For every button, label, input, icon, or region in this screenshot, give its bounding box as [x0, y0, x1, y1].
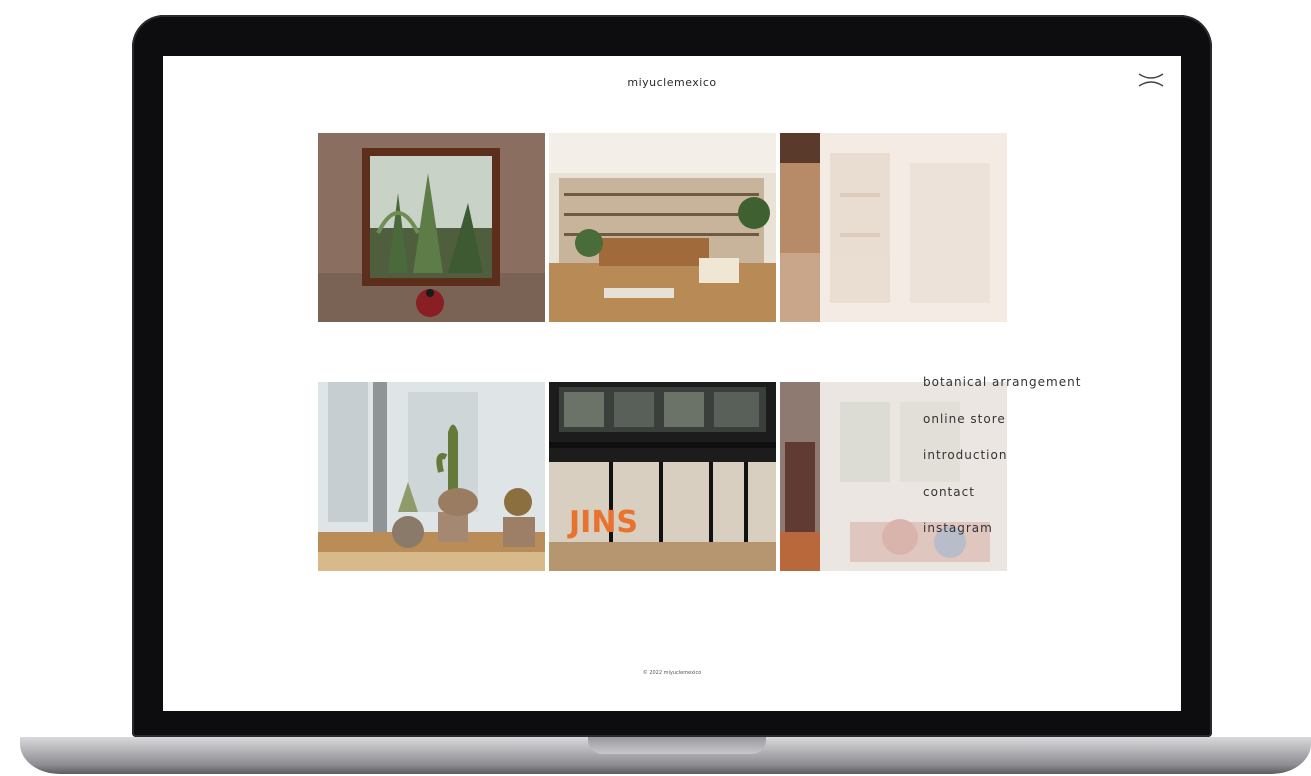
laptop-screen: miyuclemexico JINS botanical arrangement…: [163, 56, 1181, 711]
gallery-tile-store-shelves[interactable]: [780, 133, 1007, 322]
menu-item-online-store[interactable]: online store: [923, 409, 1081, 446]
close-menu-button[interactable]: [1137, 70, 1165, 90]
store-shelves-image: [780, 133, 1007, 322]
menu-item-instagram[interactable]: instagram: [923, 518, 1081, 555]
menu-item-botanical-arrangement[interactable]: botanical arrangement: [923, 372, 1081, 409]
close-icon: [1138, 73, 1164, 87]
jins-storefront-image: JINS: [549, 382, 776, 571]
nav-menu: botanical arrangement online store intro…: [923, 372, 1081, 555]
jins-sign: JINS: [567, 505, 638, 540]
shop-interior-image: [549, 133, 776, 322]
gallery-tile-shop-interior[interactable]: [549, 133, 776, 322]
laptop-notch: [588, 737, 766, 754]
footer-copyright: © 2022 miyuclemexico: [642, 670, 702, 676]
gallery-tile-potted-cacti[interactable]: [318, 382, 545, 571]
potted-cacti-image: [318, 382, 545, 571]
site-title[interactable]: miyuclemexico: [163, 76, 1181, 89]
menu-item-contact[interactable]: contact: [923, 482, 1081, 519]
window-plants-image: [318, 133, 545, 322]
gallery-tile-window-plants[interactable]: [318, 133, 545, 322]
menu-item-introduction[interactable]: introduction: [923, 445, 1081, 482]
gallery-tile-jins-storefront[interactable]: JINS: [549, 382, 776, 571]
